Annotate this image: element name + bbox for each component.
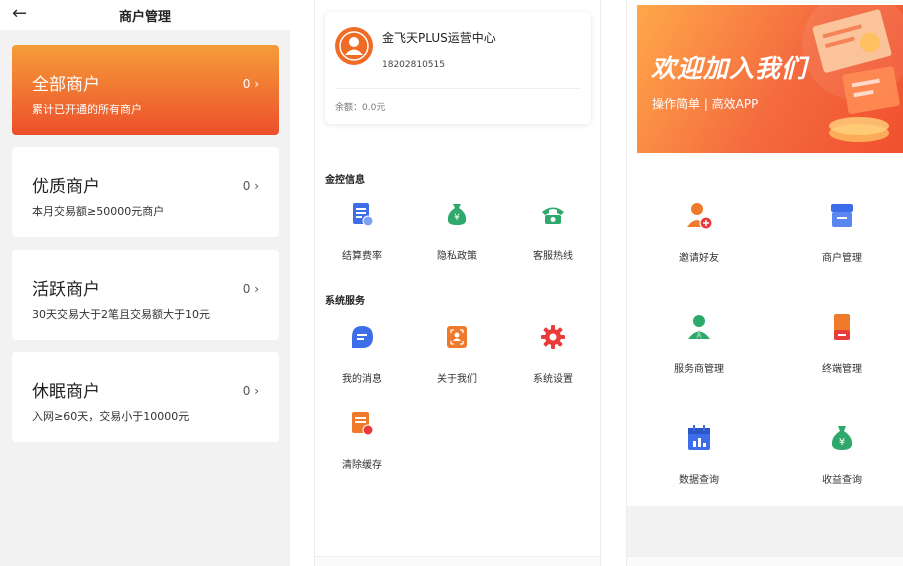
grid-item-label: 客服热线 (533, 251, 573, 262)
customer-hotline-button[interactable]: 客服热线 (508, 201, 598, 262)
merchant-card-count: 0 › (242, 179, 259, 193)
banner-title: 欢迎加入我们 (651, 54, 808, 83)
data-query-button[interactable]: 数据查询 (639, 423, 759, 486)
avatar[interactable] (335, 27, 373, 65)
terminal-management-button[interactable]: 终端管理 (782, 312, 902, 375)
invite-friend-button[interactable]: 邀请好友 (639, 201, 759, 264)
svg-text:¥: ¥ (454, 213, 460, 223)
about-us-button[interactable]: 关于我们 (412, 324, 502, 385)
merchant-card-desc: 入网≥60天，交易小于10000元 (32, 410, 190, 423)
grid-item-label: 终端管理 (822, 364, 862, 375)
terminal-device-icon (834, 314, 850, 340)
invite-friend-icon (687, 203, 713, 230)
account-name: 金飞天PLUS运营中心 (382, 31, 496, 45)
merchant-card-count: 0 › (242, 282, 259, 296)
user-avatar-icon (339, 31, 369, 61)
bottom-tab-bar (627, 556, 903, 566)
section-title-finance: 金控信息 (325, 175, 365, 186)
merchant-management-button[interactable]: 商户管理 (782, 201, 902, 264)
merchant-card-name: 活跃商户 (32, 280, 100, 300)
merchant-management-screen: ← 商户管理 全部商户 累计已开通的所有商户 0 › 优质商户 本月交易额≥50… (0, 0, 290, 566)
gear-icon (541, 325, 565, 349)
account-phone: 18202810515 (382, 60, 445, 70)
merchant-card-desc: 30天交易大于2笔且交易额大于10元 (32, 308, 210, 321)
account-balance: 余额：0.0元 (335, 103, 386, 113)
grid-item-label: 收益查询 (822, 475, 862, 486)
rate-document-icon (353, 203, 374, 227)
grid-item-label: 数据查询 (679, 475, 719, 486)
merchant-card-quality[interactable]: 优质商户 本月交易额≥50000元商户 0 › (12, 147, 279, 237)
top-bar: ← 商户管理 (0, 0, 290, 30)
grid-item-label: 系统设置 (533, 374, 573, 385)
income-query-button[interactable]: ¥ 收益查询 (782, 423, 902, 486)
income-bag-icon: ¥ (831, 426, 853, 450)
telephone-icon (542, 207, 564, 224)
money-bag-icon: ¥ (447, 204, 467, 225)
grid-item-label: 隐私政策 (437, 251, 477, 262)
home-screen: 欢迎加入我们 操作简单 | 高效APP 邀请好友 商户管理 服务商管理 终端管理… (626, 0, 903, 566)
grid-item-label: 邀请好友 (679, 253, 719, 264)
data-calendar-icon (688, 425, 710, 450)
profile-screen: 金飞天PLUS运营中心 18202810515 余额：0.0元 金控信息 结算费… (314, 0, 601, 566)
about-us-icon (447, 326, 467, 348)
merchant-card-name: 全部商户 (32, 75, 100, 95)
privacy-policy-button[interactable]: ¥ 隐私政策 (412, 201, 502, 262)
merchant-card-count: 0 › (242, 384, 259, 398)
merchant-card-name: 优质商户 (32, 177, 100, 197)
message-bubble-icon (352, 326, 373, 348)
settlement-rate-button[interactable]: 结算费率 (317, 201, 407, 262)
my-messages-button[interactable]: 我的消息 (317, 324, 407, 385)
account-card[interactable]: 金飞天PLUS运营中心 18202810515 余额：0.0元 (325, 12, 591, 124)
system-settings-button[interactable]: 系统设置 (508, 324, 598, 385)
merchant-card-desc: 累计已开通的所有商户 (32, 103, 142, 116)
divider (335, 88, 581, 89)
merchant-card-dormant[interactable]: 休眠商户 入网≥60天，交易小于10000元 0 › (12, 352, 279, 442)
merchant-card-desc: 本月交易额≥50000元商户 (32, 205, 165, 218)
merchant-shop-icon (831, 204, 853, 227)
grid-item-label: 关于我们 (437, 374, 477, 385)
banner-subtitle: 操作简单 | 高效APP (652, 97, 759, 111)
grid-item-label: 服务商管理 (674, 364, 724, 375)
merchant-card-count: 0 › (242, 77, 259, 91)
grid-item-label: 清除缓存 (342, 460, 382, 471)
grid-item-label: 商户管理 (822, 253, 862, 264)
service-provider-icon (688, 315, 710, 339)
clear-cache-button[interactable]: 清除缓存 (317, 410, 407, 471)
page-title: 商户管理 (118, 10, 171, 25)
bottom-spacer (627, 506, 903, 556)
welcome-banner[interactable]: 欢迎加入我们 操作简单 | 高效APP (637, 5, 903, 153)
bottom-tab-bar (315, 556, 600, 566)
grid-item-label: 我的消息 (342, 374, 382, 385)
service-provider-button[interactable]: 服务商管理 (639, 312, 759, 375)
merchant-card-name: 休眠商户 (32, 382, 100, 402)
grid-item-label: 结算费率 (342, 251, 382, 262)
svg-text:¥: ¥ (839, 437, 845, 448)
merchant-card-active[interactable]: 活跃商户 30天交易大于2笔且交易额大于10元 0 › (12, 250, 279, 340)
merchant-card-all[interactable]: 全部商户 累计已开通的所有商户 0 › (12, 45, 279, 135)
clear-cache-icon (352, 412, 374, 436)
section-title-system: 系统服务 (325, 296, 365, 307)
